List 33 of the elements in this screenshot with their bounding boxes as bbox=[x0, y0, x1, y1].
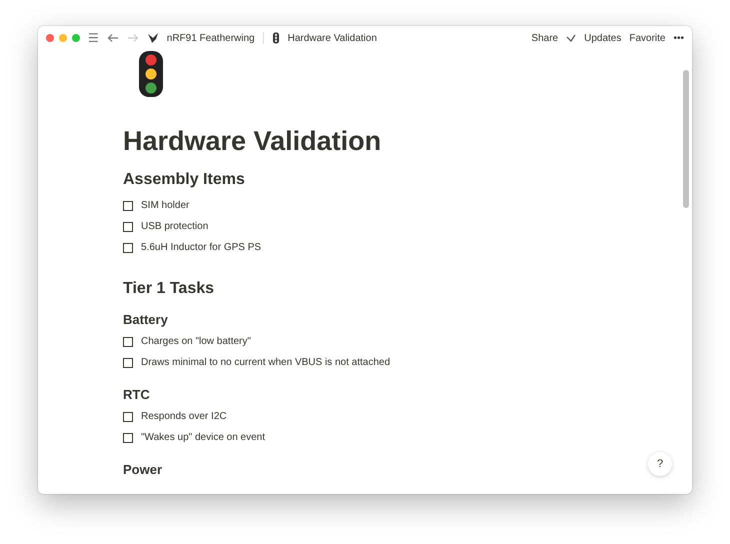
checkbox[interactable] bbox=[123, 358, 133, 368]
toolbar-link[interactable]: Share bbox=[531, 32, 558, 44]
section-heading: Assembly Items bbox=[123, 171, 245, 189]
menu-icon[interactable]: ☰ bbox=[88, 32, 99, 44]
todo-text: Draws minimal to no current when VBUS is not attached bbox=[141, 357, 390, 368]
checkbox[interactable] bbox=[123, 222, 133, 232]
traffic-light-icon bbox=[137, 50, 165, 98]
todo-text: USB protection bbox=[141, 221, 208, 232]
page-title: Hardware Validation bbox=[123, 126, 382, 157]
todo-text: "Wakes up" device on event bbox=[141, 432, 266, 443]
checkbox[interactable] bbox=[123, 412, 133, 422]
checkmark-icon bbox=[566, 34, 576, 42]
checkbox[interactable] bbox=[123, 432, 133, 442]
breadcrumb-link[interactable]: nRF91 Featherwing bbox=[166, 32, 255, 44]
close-button[interactable] bbox=[46, 34, 54, 42]
subsection-heading: Battery bbox=[123, 312, 168, 327]
todo-text: SIM holder bbox=[141, 200, 190, 211]
more-menu-button[interactable]: ••• bbox=[673, 32, 684, 44]
todo-text: 5.6uH Inductor for GPS PS bbox=[141, 242, 262, 253]
help-button[interactable]: ? bbox=[648, 452, 672, 476]
subsection-heading: Power bbox=[123, 462, 162, 477]
todo-text: Charges on "low battery" bbox=[141, 336, 251, 347]
back-arrow-icon[interactable] bbox=[106, 33, 119, 43]
checkbox[interactable] bbox=[123, 336, 133, 346]
todo-text: Responds over I2C bbox=[141, 411, 227, 422]
traffic-light-icon bbox=[272, 32, 280, 44]
toolbar-link[interactable]: Updates bbox=[584, 32, 622, 44]
section-heading: Tier 1 Tasks bbox=[123, 280, 214, 298]
checkbox[interactable] bbox=[123, 200, 133, 210]
breadcrumb-link[interactable]: Hardware Validation bbox=[288, 32, 377, 44]
checkbox[interactable] bbox=[123, 242, 133, 252]
subsection-heading: RTC bbox=[123, 387, 150, 402]
toolbar-link[interactable]: Favorite bbox=[629, 32, 666, 44]
